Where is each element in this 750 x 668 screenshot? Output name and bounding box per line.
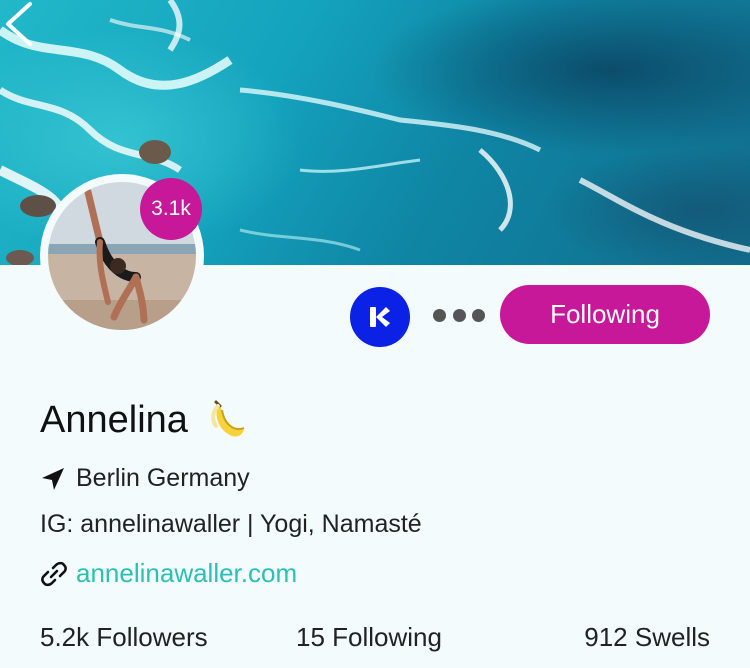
follower-count-badge: 3.1k — [140, 178, 202, 240]
banana-emoji-icon — [211, 400, 245, 437]
location-text: Berlin Germany — [76, 464, 250, 492]
bio-text: IG: annelinawaller | Yogi, Namasté — [40, 510, 422, 538]
back-chevron-icon[interactable] — [0, 0, 40, 46]
website-link[interactable]: annelinawaller.com — [76, 558, 297, 589]
profile-name: Annelina — [40, 398, 188, 441]
following-count[interactable]: 15 Following — [296, 622, 442, 653]
website-row[interactable]: annelinawaller.com — [40, 558, 297, 589]
link-icon — [41, 561, 67, 586]
followers-count[interactable]: 5.2k Followers — [40, 622, 208, 653]
more-dots-icon — [433, 308, 446, 322]
k-app-button[interactable] — [350, 287, 410, 347]
profile-name-row: Annelina — [40, 398, 248, 442]
swells-count[interactable]: 912 Swells — [584, 622, 710, 653]
more-options-button[interactable] — [433, 300, 485, 330]
k-logo-icon — [370, 307, 390, 327]
location-row: Berlin Germany — [40, 464, 250, 493]
following-button[interactable]: Following — [500, 285, 710, 344]
location-arrow-icon — [42, 467, 64, 490]
